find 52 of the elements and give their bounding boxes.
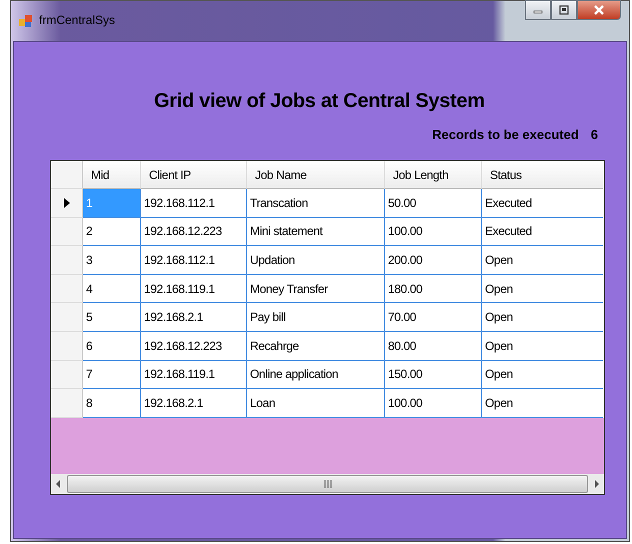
column-header[interactable]: Job Length: [385, 161, 482, 189]
window-title: frmCentralSys: [39, 13, 116, 27]
column-header[interactable]: Job Name: [247, 161, 385, 189]
table-cell: Open: [482, 246, 603, 275]
form-heading: Grid view of Jobs at Central System: [154, 90, 485, 113]
table-cell: Open: [482, 303, 603, 332]
table-cell: 192.168.112.1: [141, 246, 247, 275]
table-cell: 150.00: [385, 360, 482, 390]
table-cell: 1: [83, 189, 141, 218]
table-cell: 192.168.12.223: [141, 332, 247, 361]
close-button[interactable]: [577, 0, 621, 20]
table-cell: Mini statement: [247, 218, 385, 246]
column-header[interactable]: Mid: [83, 161, 141, 189]
table-cell: 192.168.12.223: [141, 218, 247, 246]
minimize-button[interactable]: [525, 0, 551, 20]
table-cell: 70.00: [385, 303, 482, 332]
maximize-button[interactable]: [551, 0, 577, 20]
table-cell: 100.00: [385, 218, 482, 246]
table-cell: Open: [482, 360, 603, 390]
table-cell: 2: [83, 218, 141, 246]
current-row-icon: [64, 198, 70, 208]
records-count: 6: [590, 127, 598, 142]
table-cell: 80.00: [385, 332, 482, 361]
table-cell: Executed: [482, 189, 603, 218]
table-cell: 192.168.2.1: [141, 303, 247, 332]
table-cell: 7: [83, 360, 141, 390]
table-cell: 180.00: [385, 274, 482, 304]
table-cell: Money Transfer: [247, 274, 385, 304]
table-cell: 192.168.119.1: [141, 274, 247, 304]
table-cell: 192.168.119.1: [141, 360, 247, 390]
table-cell: Open: [482, 332, 603, 361]
table-cell: Pay bill: [247, 303, 385, 332]
table-cell: 5: [83, 303, 141, 332]
table-cell: Transcation: [247, 189, 385, 218]
table-cell: Recahrge: [247, 332, 385, 361]
table-cell: Open: [482, 274, 603, 304]
table-cell: Executed: [482, 218, 603, 246]
column-header[interactable]: Client IP: [141, 161, 247, 189]
records-label: Records to be executed: [432, 127, 579, 142]
table-cell: 200.00: [385, 246, 482, 275]
table-cell: 4: [83, 274, 141, 304]
table-cell: 50.00: [385, 189, 482, 218]
row-header[interactable]: [51, 189, 83, 218]
maximize-icon: [559, 5, 569, 15]
close-icon: [593, 5, 605, 15]
app-icon: [19, 14, 33, 28]
table-cell: 6: [83, 332, 141, 361]
table-cell: 192.168.112.1: [141, 189, 247, 218]
table-cell: Online application: [247, 360, 385, 390]
grip-icon: [324, 480, 332, 488]
table-cell: 3: [83, 246, 141, 275]
table-cell: Updation: [247, 246, 385, 275]
